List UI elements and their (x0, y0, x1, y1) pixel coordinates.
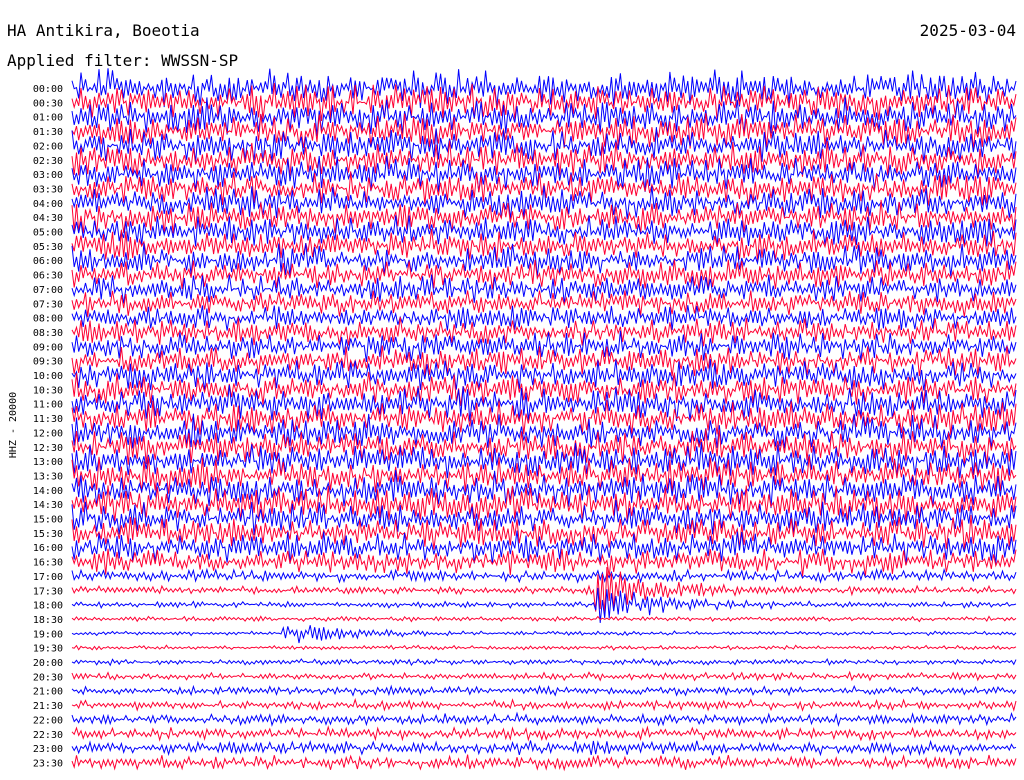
time-tick-label: 23:00 (33, 744, 63, 755)
time-tick-label: 23:30 (33, 758, 63, 769)
time-tick-label: 11:30 (33, 414, 63, 425)
time-tick-label: 07:30 (33, 299, 63, 310)
time-tick-label: 18:00 (33, 601, 63, 612)
filter-label: Applied filter: WWSSN-SP (7, 51, 238, 70)
y-axis-label: HHZ - 20000 (8, 392, 19, 458)
time-tick-label: 20:00 (33, 658, 63, 669)
time-tick-label: 19:30 (33, 644, 63, 655)
time-tick-label: 06:30 (33, 271, 63, 282)
time-tick-label: 13:00 (33, 457, 63, 468)
time-tick-label: 00:00 (33, 84, 63, 95)
time-tick-label: 12:30 (33, 443, 63, 454)
time-tick-label: 16:30 (33, 558, 63, 569)
time-tick-label: 11:00 (33, 400, 63, 411)
time-tick-label: 15:00 (33, 515, 63, 526)
time-tick-label: 18:30 (33, 615, 63, 626)
time-tick-label: 14:30 (33, 500, 63, 511)
time-tick-label: 08:30 (33, 328, 63, 339)
time-tick-label: 12:00 (33, 428, 63, 439)
time-tick-label: 15:30 (33, 529, 63, 540)
time-tick-label: 10:00 (33, 371, 63, 382)
time-tick-label: 03:00 (33, 170, 63, 181)
time-tick-label: 21:30 (33, 701, 63, 712)
time-tick-label: 05:30 (33, 242, 63, 253)
station-title: HA Antikira, Boeotia (7, 21, 200, 40)
time-tick-label: 17:30 (33, 586, 63, 597)
time-tick-label: 02:30 (33, 156, 63, 167)
time-tick-label: 19:00 (33, 629, 63, 640)
time-tick-label: 04:00 (33, 199, 63, 210)
time-tick-label: 00:30 (33, 98, 63, 109)
helicorder-chart: 00:00 00:30 01:00 01:30 02:00 02:30 03:00 03:30… (0, 0, 1024, 780)
time-tick-label: 20:30 (33, 672, 63, 683)
date-label: 2025-03-04 (920, 21, 1016, 40)
time-tick-label: 21:00 (33, 687, 63, 698)
time-tick-label: 07:00 (33, 285, 63, 296)
time-tick-label: 08:00 (33, 314, 63, 325)
time-tick-label: 16:00 (33, 543, 63, 554)
time-tick-label: 09:30 (33, 357, 63, 368)
time-tick-label: 03:30 (33, 184, 63, 195)
time-tick-label: 22:00 (33, 715, 63, 726)
time-tick-label: 05:00 (33, 228, 63, 239)
time-tick-label: 17:00 (33, 572, 63, 583)
time-tick-label: 14:00 (33, 486, 63, 497)
time-tick-label: 04:30 (33, 213, 63, 224)
time-tick-label: 06:00 (33, 256, 63, 267)
time-tick-label: 01:00 (33, 113, 63, 124)
time-tick-label: 01:30 (33, 127, 63, 138)
time-tick-label: 10:30 (33, 385, 63, 396)
time-tick-label: 22:30 (33, 730, 63, 741)
time-tick-label: 09:00 (33, 342, 63, 353)
time-tick-label: 02:00 (33, 141, 63, 152)
time-tick-label: 13:30 (33, 471, 63, 482)
